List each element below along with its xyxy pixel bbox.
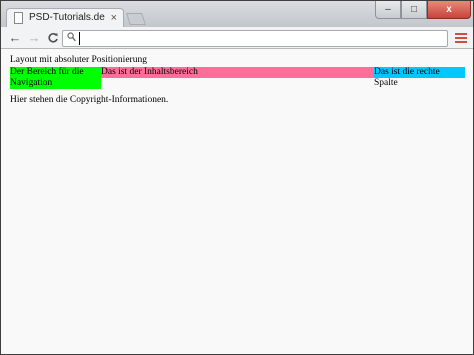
address-bar[interactable] xyxy=(62,30,448,47)
window-controls: – □ x xyxy=(375,1,471,19)
page-content: Layout mit absoluter Positionierung Der … xyxy=(10,55,465,105)
search-icon xyxy=(67,32,76,45)
new-tab-button[interactable] xyxy=(126,13,146,25)
maximize-button[interactable]: □ xyxy=(401,1,427,19)
title-bar: PSD-Tutorials.de × – □ x xyxy=(1,1,473,28)
reload-icon[interactable] xyxy=(44,29,62,47)
navigation-column: Der Bereich für die Navigation xyxy=(10,67,101,89)
reload-glyph xyxy=(48,33,58,43)
back-icon[interactable]: ← xyxy=(6,29,24,47)
page-icon xyxy=(14,12,23,24)
close-window-button[interactable]: x xyxy=(427,1,471,19)
copyright-footer: Hier stehen die Copyright-Informationen. xyxy=(10,95,169,105)
browser-toolbar: ← → xyxy=(1,27,473,49)
browser-tab[interactable]: PSD-Tutorials.de × xyxy=(6,8,124,28)
browser-window: PSD-Tutorials.de × – □ x ← → Layout mit … xyxy=(0,0,474,355)
column-layout: Der Bereich für die Navigation Das ist d… xyxy=(10,67,465,105)
minimize-button[interactable]: – xyxy=(375,1,401,19)
content-column: Das ist der Inhaltsbereich xyxy=(101,67,374,78)
page-heading: Layout mit absoluter Positionierung xyxy=(10,55,147,65)
forward-icon[interactable]: → xyxy=(25,29,43,47)
close-tab-icon[interactable]: × xyxy=(111,11,117,25)
page-viewport: Layout mit absoluter Positionierung Der … xyxy=(1,49,473,354)
tab-title: PSD-Tutorials.de xyxy=(29,12,105,23)
right-column: Das ist die rechte Spalte xyxy=(374,67,465,88)
address-input[interactable] xyxy=(79,32,439,45)
menu-icon[interactable] xyxy=(454,31,468,45)
